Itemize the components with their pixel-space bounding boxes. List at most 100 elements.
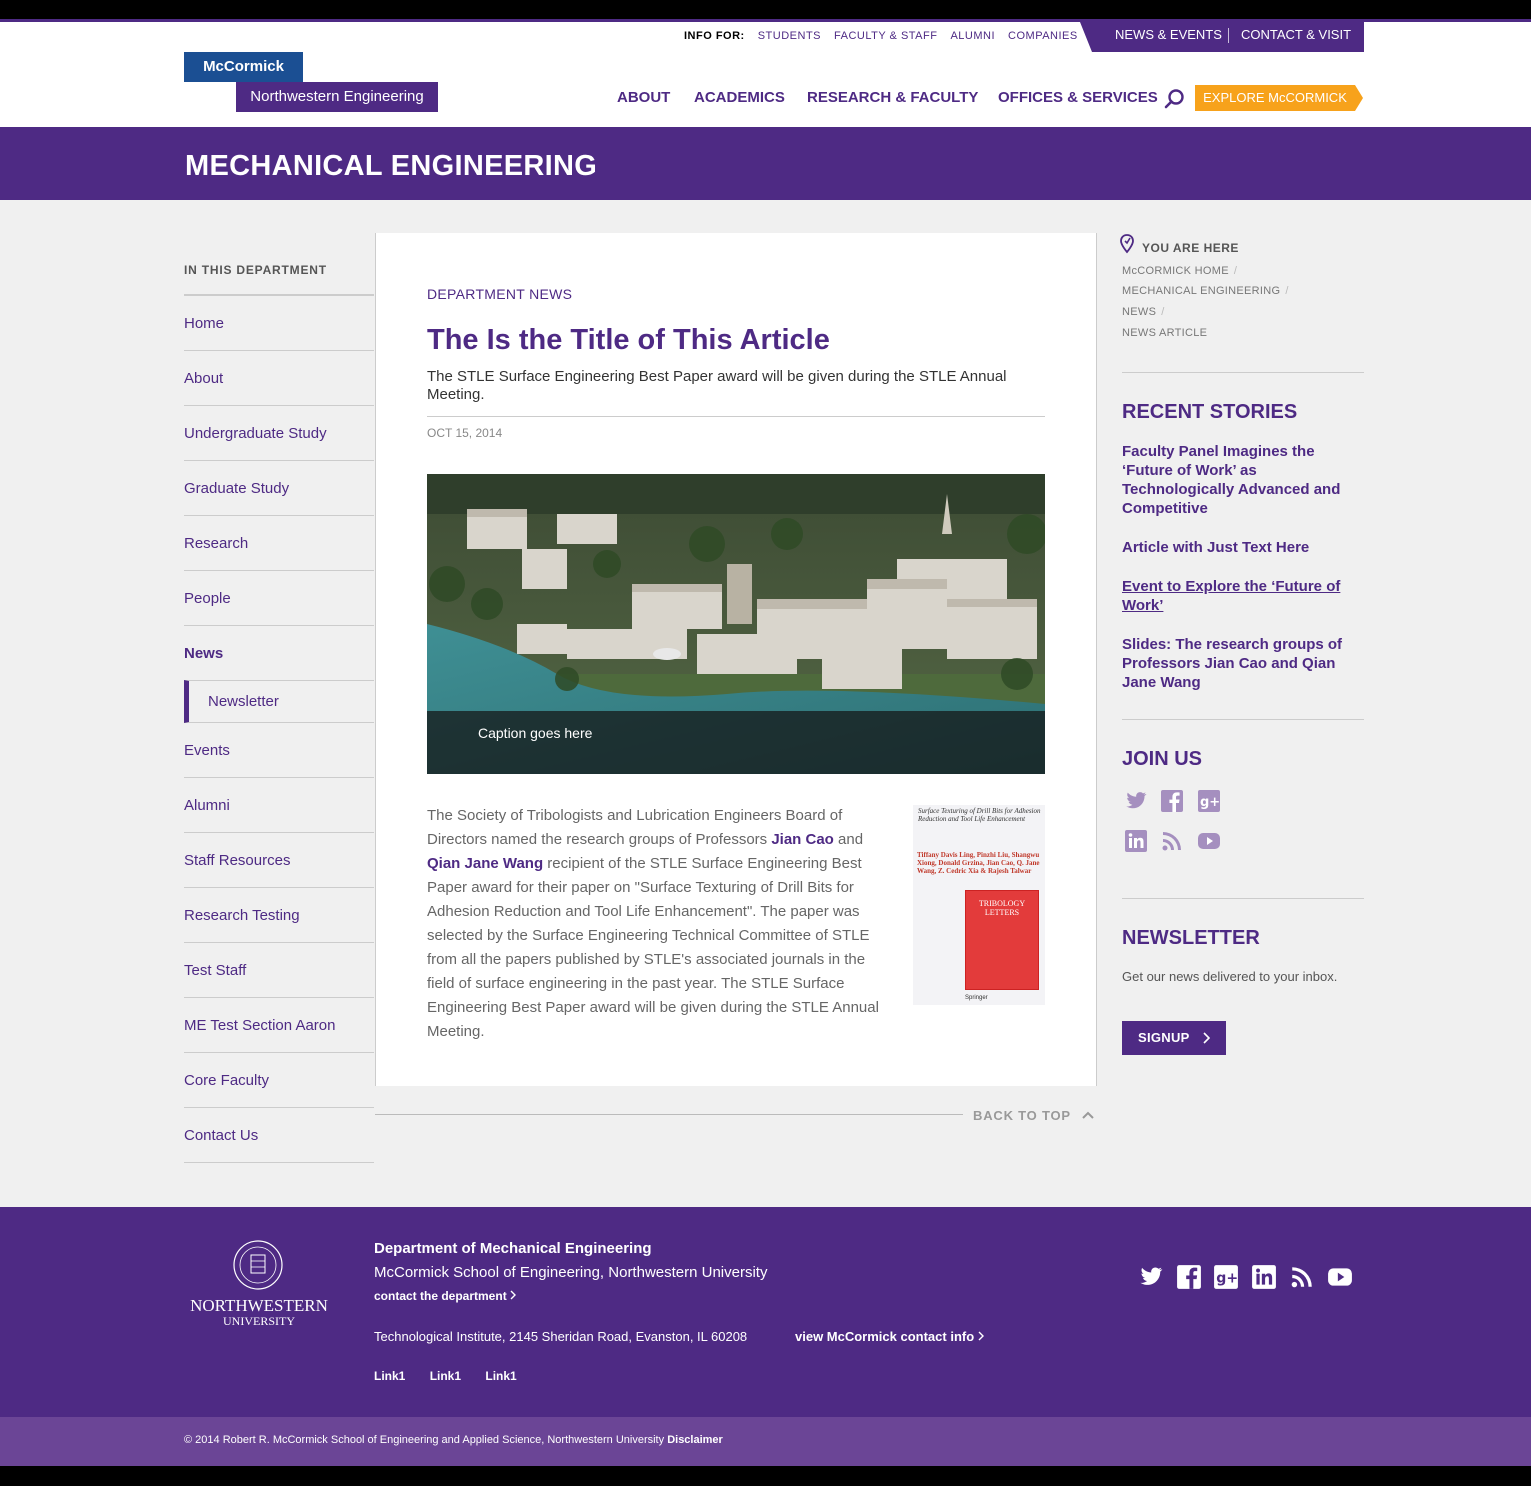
article-body: The Society of Tribologists and Lubricat… bbox=[427, 804, 887, 1044]
northwestern-engineering-logo[interactable]: Northwestern Engineering bbox=[236, 82, 438, 112]
breadcrumb-sep: / bbox=[1233, 265, 1238, 277]
sidebar-item-news[interactable]: News bbox=[184, 626, 374, 681]
sidebar-item-home[interactable]: Home bbox=[184, 296, 374, 351]
sidebar-divider bbox=[1122, 898, 1364, 899]
sidebar-item-events[interactable]: Events bbox=[184, 723, 374, 778]
photo-caption: Caption goes here bbox=[427, 711, 1045, 774]
nav-offices-services[interactable]: OFFICES & SERVICES bbox=[998, 89, 1158, 107]
sidebar-item-alumni[interactable]: Alumni bbox=[184, 778, 374, 833]
sidebar-divider bbox=[1122, 719, 1364, 720]
disclaimer-link[interactable]: Disclaimer bbox=[667, 1434, 723, 1446]
recent-story-3[interactable]: Event to Explore the ‘Future of Work’ bbox=[1122, 577, 1364, 615]
footer-twitter-icon[interactable] bbox=[1138, 1264, 1164, 1290]
sidebar-item-research-testing[interactable]: Research Testing bbox=[184, 888, 374, 943]
footer-school-name: McCormick School of Engineering, Northwe… bbox=[374, 1264, 768, 1281]
search-icon[interactable] bbox=[1163, 88, 1185, 110]
sidebar-item-core-faculty[interactable]: Core Faculty bbox=[184, 1053, 374, 1108]
utility-divider bbox=[1228, 28, 1229, 43]
facebook-icon[interactable] bbox=[1160, 789, 1184, 813]
department-sidebar-nav: IN THIS DEPARTMENT Home About Undergradu… bbox=[184, 262, 374, 1163]
twitter-icon[interactable] bbox=[1124, 789, 1148, 813]
sidebar-item-staff-resources[interactable]: Staff Resources bbox=[184, 833, 374, 888]
recent-story-1[interactable]: Faculty Panel Imagines the ‘Future of Wo… bbox=[1122, 442, 1364, 518]
nav-about[interactable]: ABOUT bbox=[617, 89, 670, 107]
recent-story-2[interactable]: Article with Just Text Here bbox=[1122, 538, 1364, 557]
sidebar-item-contact-us[interactable]: Contact Us bbox=[184, 1108, 374, 1163]
footer-youtube-icon[interactable] bbox=[1326, 1264, 1354, 1290]
professor-link-qian-jane-wang[interactable]: Qian Jane Wang bbox=[427, 855, 543, 872]
article-content: DEPARTMENT NEWS The Is the Title of This… bbox=[375, 233, 1097, 1086]
sidebar-divider bbox=[1122, 372, 1364, 373]
sidebar-item-research[interactable]: Research bbox=[184, 516, 374, 571]
site-footer: NORTHWESTERN UNIVERSITY Department of Mec… bbox=[0, 1207, 1531, 1417]
breadcrumb-news[interactable]: NEWS / bbox=[1122, 306, 1165, 318]
google-plus-icon[interactable]: g+ bbox=[1197, 789, 1221, 813]
journal-cover-image: Surface Texturing of Drill Bits for Adhe… bbox=[913, 805, 1045, 1005]
logo-top-text: McCormick bbox=[203, 58, 284, 75]
back-to-top-label[interactable]: BACK TO TOP bbox=[973, 1108, 1095, 1123]
view-mccormick-contact-link[interactable]: view McCormick contact info bbox=[795, 1329, 984, 1344]
footer-links: Link1 Link1 Link1 bbox=[374, 1369, 538, 1383]
northwestern-seal-icon bbox=[233, 1240, 283, 1290]
breadcrumb-text-2: MECHANICAL ENGINEERING bbox=[1122, 285, 1281, 297]
recent-story-4[interactable]: Slides: The research groups of Professor… bbox=[1122, 635, 1364, 692]
nav-academics[interactable]: ACADEMICS bbox=[694, 89, 785, 107]
footer-department-name: Department of Mechanical Engineering bbox=[374, 1240, 652, 1257]
sidebar-item-newsletter[interactable]: Newsletter bbox=[184, 680, 374, 723]
nav-research-faculty[interactable]: RESEARCH & FACULTY bbox=[807, 89, 978, 107]
sidebar-item-people[interactable]: People bbox=[184, 571, 374, 626]
info-for-companies[interactable]: COMPANIES bbox=[1008, 29, 1078, 43]
copyright-statement: © 2014 Robert R. McCormick School of Eng… bbox=[184, 1434, 665, 1446]
back-to-top-text: BACK TO TOP bbox=[973, 1108, 1071, 1123]
mccormick-logo[interactable]: McCormick bbox=[184, 52, 303, 82]
cover-journal-name: TRIBOLOGY LETTERS bbox=[978, 899, 1026, 917]
cover-journal-box: TRIBOLOGY LETTERS bbox=[965, 890, 1039, 990]
cover-title: Surface Texturing of Drill Bits for Adhe… bbox=[918, 807, 1041, 823]
info-for-faculty-staff[interactable]: FACULTY & STAFF bbox=[834, 29, 937, 43]
sidebar-item-about[interactable]: About bbox=[184, 351, 374, 406]
article-kicker[interactable]: DEPARTMENT NEWS bbox=[427, 286, 572, 302]
breadcrumb-mccormick-home[interactable]: McCORMICK HOME / bbox=[1122, 265, 1237, 277]
body-text-2: and bbox=[833, 831, 864, 848]
breadcrumb-mechanical-engineering[interactable]: MECHANICAL ENGINEERING / bbox=[1122, 285, 1289, 297]
sidebar-item-graduate-study[interactable]: Graduate Study bbox=[184, 461, 374, 516]
explore-mccormick-button[interactable]: EXPLORE McCORMICK bbox=[1195, 85, 1363, 111]
footer-google-plus-icon[interactable]: g+ bbox=[1213, 1264, 1239, 1290]
breadcrumb-text-3: NEWS bbox=[1122, 306, 1157, 318]
professor-link-jian-cao[interactable]: Jian Cao bbox=[771, 831, 834, 848]
rss-icon[interactable] bbox=[1160, 829, 1184, 853]
department-title: MECHANICAL ENGINEERING bbox=[185, 150, 598, 182]
footer-link-1[interactable]: Link1 bbox=[374, 1369, 405, 1383]
copyright-bar: © 2014 Robert R. McCormick School of Eng… bbox=[0, 1417, 1531, 1466]
signup-button[interactable]: SIGNUP bbox=[1122, 1021, 1226, 1055]
northwestern-wordmark[interactable]: NORTHWESTERN UNIVERSITY bbox=[184, 1297, 334, 1328]
linkedin-icon[interactable] bbox=[1124, 829, 1148, 853]
youtube-icon[interactable] bbox=[1197, 829, 1221, 853]
sidebar-item-test-staff[interactable]: Test Staff bbox=[184, 943, 374, 998]
signup-label: SIGNUP bbox=[1138, 1030, 1190, 1045]
sidebar-item-me-test-section-aaron[interactable]: ME Test Section Aaron bbox=[184, 998, 374, 1053]
chevron-right-icon bbox=[510, 1290, 517, 1300]
info-for-alumni[interactable]: ALUMNI bbox=[950, 29, 995, 43]
footer-rss-icon[interactable] bbox=[1289, 1264, 1315, 1290]
footer-link-2[interactable]: Link1 bbox=[430, 1369, 461, 1383]
footer-facebook-icon[interactable] bbox=[1176, 1264, 1202, 1290]
view-contact-text: view McCormick contact info bbox=[795, 1329, 975, 1344]
chevron-right-icon bbox=[978, 1331, 984, 1341]
article-title: The Is the Title of This Article bbox=[427, 324, 830, 356]
nu-sub: UNIVERSITY bbox=[223, 1314, 295, 1328]
article-photo: Caption goes here bbox=[427, 474, 1045, 774]
contact-visit-link[interactable]: CONTACT & VISIT bbox=[1241, 22, 1351, 48]
chevron-up-icon bbox=[1082, 1111, 1094, 1119]
utility-nav: NEWS & EVENTS CONTACT & VISIT bbox=[1080, 22, 1364, 52]
breadcrumb-sep: / bbox=[1285, 285, 1289, 297]
footer-linkedin-icon[interactable] bbox=[1251, 1264, 1277, 1290]
info-for-students[interactable]: STUDENTS bbox=[758, 29, 821, 43]
join-us-heading: JOIN US bbox=[1122, 748, 1203, 770]
sidebar-item-undergraduate-study[interactable]: Undergraduate Study bbox=[184, 406, 374, 461]
contact-department-link[interactable]: contact the department bbox=[374, 1289, 517, 1303]
news-events-link[interactable]: NEWS & EVENTS bbox=[1115, 22, 1222, 48]
contact-department-text: contact the department bbox=[374, 1289, 507, 1303]
footer-link-3[interactable]: Link1 bbox=[485, 1369, 516, 1383]
article-subhead: The STLE Surface Engineering Best Paper … bbox=[427, 368, 1007, 403]
